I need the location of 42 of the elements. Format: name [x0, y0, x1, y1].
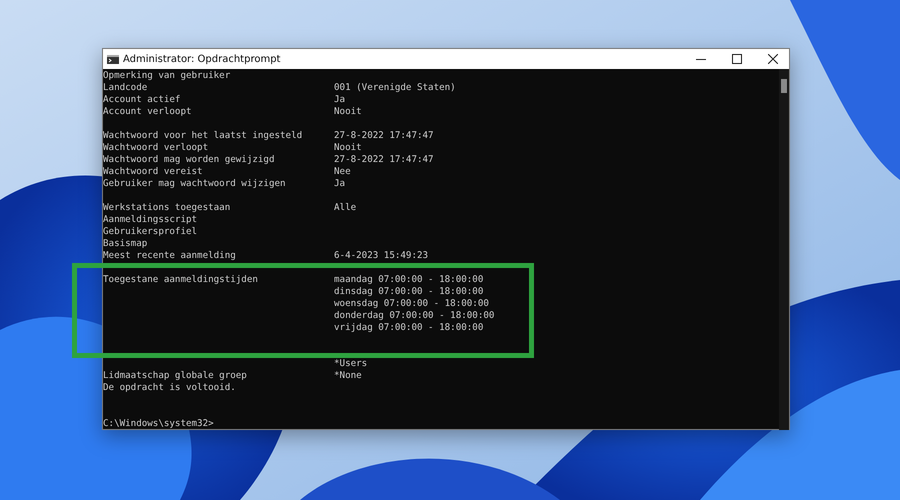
console-line: Account verloopt: [103, 106, 193, 118]
console-line: Wachtwoord verloopt: [103, 142, 210, 154]
console-line: Gebruikersprofiel: [103, 226, 198, 238]
console-line: Wachtwoord voor het laatst ingesteld: [103, 130, 304, 142]
console-line: Wachtwoord vereist: [103, 166, 204, 178]
console-value: 001 (Verenigde Staten): [334, 82, 457, 94]
console-line: Landcode: [103, 82, 148, 94]
console-value: *Users: [334, 358, 368, 370]
console-line: Wachtwoord mag worden gewijzigd: [103, 154, 276, 166]
maximize-icon: [732, 54, 742, 64]
console-value: *None: [334, 370, 363, 382]
console-line: Opmerking van gebruiker: [103, 70, 232, 82]
console-value: Ja: [334, 178, 346, 190]
console-value: Nooit: [334, 106, 363, 118]
console-line: De opdracht is voltooid.: [103, 382, 237, 394]
console-value: 6-4-2023 15:49:23: [334, 250, 430, 262]
console-line: Meest recente aanmelding: [103, 250, 237, 262]
scrollbar-thumb[interactable]: [781, 79, 787, 93]
console-line: Aanmeldingsscript: [103, 214, 198, 226]
command-prompt: C:\Windows\system32>: [103, 418, 215, 430]
console-line: Lidmaatschap globale groep: [103, 370, 248, 382]
console-value: woensdag 07:00:00 - 18:00:00: [334, 298, 490, 310]
console-line: Werkstations toegestaan: [103, 202, 232, 214]
close-icon: [768, 54, 778, 64]
window-title: Administrator: Opdrachtprompt: [123, 54, 282, 64]
console-value: Nooit: [334, 142, 363, 154]
console-value: 27-8-2022 17:47:47: [334, 154, 435, 166]
console-value: Nee: [334, 166, 352, 178]
console-value: maandag 07:00:00 - 18:00:00: [334, 274, 484, 286]
console-line: Basismap: [103, 238, 148, 250]
console-line: Toegestane aanmeldingstijden: [103, 274, 259, 287]
console-value: 27-8-2022 17:47:47: [334, 130, 435, 142]
console-line: Gebruiker mag wachtwoord wijzigen: [103, 178, 287, 190]
console-value: donderdag 07:00:00 - 18:00:00: [334, 310, 496, 322]
console-line: Account actief: [103, 94, 182, 106]
console-value: Ja: [334, 94, 346, 106]
minimize-icon: [696, 58, 706, 60]
scrollbar[interactable]: [779, 69, 789, 430]
console-value: Alle: [334, 202, 358, 214]
terminal-icon: [107, 54, 119, 64]
console-value: vrijdag 07:00:00 - 18:00:00: [334, 322, 484, 334]
console-value: dinsdag 07:00:00 - 18:00:00: [334, 286, 484, 298]
